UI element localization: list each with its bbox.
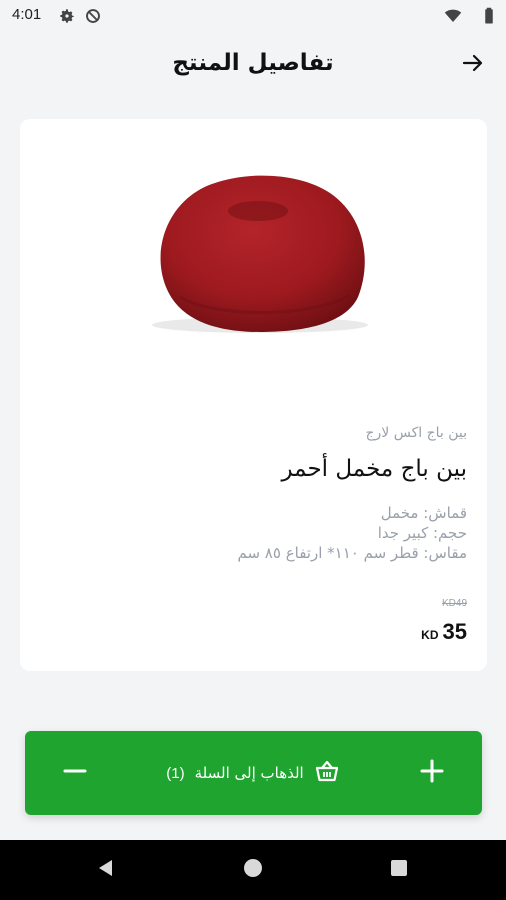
price: KD 35: [421, 619, 467, 645]
product-brand: بين باج اكس لارج: [365, 425, 467, 441]
home-circle-icon: [243, 858, 263, 882]
old-price: KD49: [441, 598, 467, 609]
arrow-right-icon: [461, 51, 485, 79]
cart-bar: الذهاب إلى السلة (1): [25, 731, 482, 815]
nav-home-button[interactable]: [241, 858, 265, 882]
back-triangle-icon: [96, 858, 116, 882]
wifi-icon: [444, 7, 462, 25]
back-button[interactable]: [458, 50, 488, 80]
nav-recents-button[interactable]: [387, 858, 411, 882]
recents-square-icon: [389, 858, 409, 882]
page-title: تفاصيل المنتج: [172, 50, 334, 76]
price-value: 35: [442, 619, 467, 644]
battery-icon: [482, 7, 500, 25]
product-image: [140, 167, 378, 337]
minus-icon: [63, 759, 87, 787]
spec-size: حجم: كبير جدا: [377, 524, 467, 542]
spec-fabric: قماش: مخمل: [380, 504, 467, 522]
increase-quantity-button[interactable]: [412, 753, 452, 793]
system-nav-bar: [0, 840, 506, 900]
status-bar: 4:01: [0, 0, 506, 32]
cart-count: (1): [166, 764, 185, 782]
app-bar: تفاصيل المنتج: [0, 32, 506, 100]
data-saver-icon: [84, 7, 102, 25]
gear-icon: [58, 7, 76, 25]
go-to-cart-label: الذهاب إلى السلة: [194, 764, 304, 782]
status-time: 4:01: [12, 6, 42, 23]
plus-icon: [420, 759, 444, 787]
basket-icon: [314, 759, 340, 787]
product-name: بين باج مخمل أحمر: [281, 456, 467, 482]
nav-back-button[interactable]: [94, 858, 118, 882]
spec-dimensions: مقاس: قطر سم ١١٠* ارتفاع ٨٥ سم: [237, 544, 467, 562]
price-currency: KD: [421, 628, 439, 642]
decrease-quantity-button[interactable]: [55, 753, 95, 793]
go-to-cart-button[interactable]: الذهاب إلى السلة (1): [143, 731, 363, 815]
product-card: بين باج اكس لارج بين باج مخمل أحمر قماش:…: [20, 119, 487, 671]
